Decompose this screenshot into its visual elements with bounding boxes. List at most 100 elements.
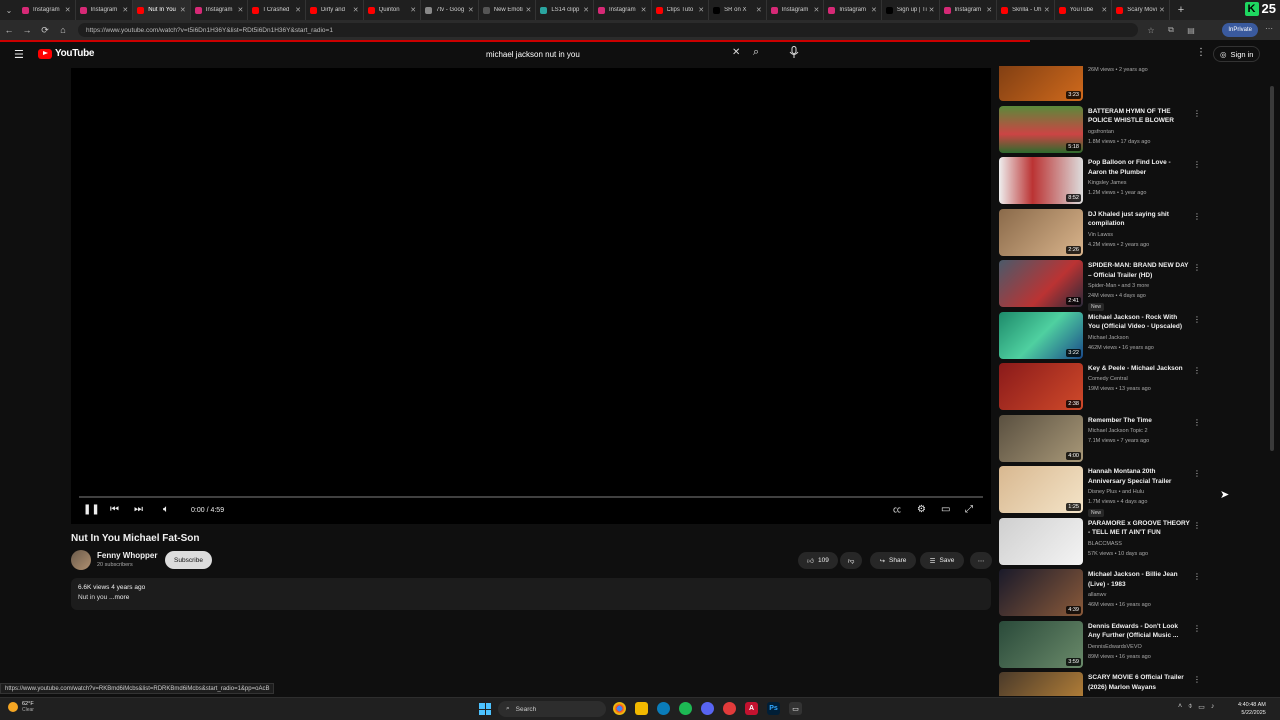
recommendation-thumbnail[interactable]: 8:52 — [999, 157, 1083, 204]
recommendation-channel[interactable]: Kingsley James — [1088, 180, 1127, 186]
close-tab-icon[interactable]: ✕ — [871, 6, 877, 14]
recommendation-item[interactable]: 2:38 Key & Peele - Michael Jackson Comedy … — [999, 363, 1209, 413]
discord-icon[interactable] — [701, 702, 714, 715]
photoshop-icon[interactable]: Ps — [767, 702, 780, 715]
recommendation-channel[interactable]: Vin Lawss — [1088, 232, 1113, 238]
browser-tab[interactable]: Clips Tuto ✕ — [652, 0, 710, 20]
recommendation-menu-icon[interactable]: ⋮ — [1193, 109, 1201, 118]
refresh-icon[interactable]: ⟳ — [36, 25, 54, 36]
volume-icon[interactable]: 🔈︎ — [163, 504, 169, 515]
close-tab-icon[interactable]: ✕ — [1159, 6, 1165, 14]
home-icon[interactable]: ⌂ — [54, 25, 72, 35]
recommendation-title[interactable]: Michael Jackson - Rock With You (Official… — [1088, 313, 1190, 332]
recommendation-thumbnail[interactable]: 1:25 — [999, 466, 1083, 513]
browser-tab[interactable]: Nut In You ✕ — [133, 0, 191, 20]
recommendation-item[interactable]: 3:22 Michael Jackson - Rock With You (Offi… — [999, 311, 1209, 362]
recommendation-item[interactable]: 8:52 Pop Balloon or Find Love - Aaron the … — [999, 157, 1209, 207]
recommendation-item[interactable]: 2:41 SPIDER-MAN: BRAND NEW DAY – Official … — [999, 260, 1209, 311]
recommendation-title[interactable]: PARAMORE x GROOVE THEORY - TELL ME IT AIN… — [1088, 519, 1190, 538]
recommendation-title[interactable]: SPIDER-MAN: BRAND NEW DAY – Official Trai… — [1088, 261, 1190, 280]
clear-search-icon[interactable]: ✕ — [732, 47, 740, 58]
spotify-icon[interactable] — [679, 702, 692, 715]
save-button[interactable]: ☰ Save — [920, 552, 964, 569]
browser-tab[interactable]: Skrilla - Uh ✕ — [997, 0, 1055, 20]
edge-icon[interactable] — [657, 702, 670, 715]
recommendation-menu-icon[interactable]: ⋮ — [1193, 315, 1201, 324]
recommendation-item[interactable]: 4:39 Michael Jackson - Billie Jean (Live) … — [999, 569, 1209, 619]
close-tab-icon[interactable]: ✕ — [1101, 6, 1107, 14]
browser-tab[interactable]: YouTube ✕ — [1055, 0, 1113, 20]
favorites-star-icon[interactable]: ☆ — [1144, 26, 1158, 35]
recommendation-item[interactable]: 5:18 BATTERAM HYMN OF THE POLICE WHISTLE B… — [999, 105, 1209, 156]
sign-in-button[interactable]: ◎ Sign in — [1213, 46, 1261, 62]
collections-icon[interactable]: ▤ — [1184, 26, 1198, 35]
close-tab-icon[interactable]: ✕ — [583, 6, 589, 14]
recommendation-menu-icon[interactable]: ⋮ — [1193, 418, 1201, 427]
search-input[interactable] — [478, 49, 718, 59]
recommendation-item[interactable]: 3:59 Dennis Edwards - Don't Look Any Furth… — [999, 620, 1209, 671]
recommendation-title[interactable]: SCARY MOVIE 6 Official Trailer (2026) Mar… — [1088, 673, 1190, 692]
browser-tab[interactable]: SR on X ✕ — [709, 0, 767, 20]
browser-menu-icon[interactable]: ⋯ — [1262, 24, 1276, 33]
close-tab-icon[interactable]: ✕ — [641, 6, 647, 14]
recommendation-channel[interactable]: Spider-Man • and 3 more — [1088, 283, 1149, 289]
recommendation-thumbnail[interactable]: 4:39 — [999, 569, 1083, 616]
browser-tab[interactable]: Instagram ✕ — [767, 0, 825, 20]
taskbar-search[interactable]: ⌕ Search — [498, 701, 606, 717]
recommendation-channel[interactable]: Disney Plus • and Hulu — [1088, 489, 1144, 495]
browser-tab[interactable]: Dirty and ✕ — [306, 0, 364, 20]
page-scrollbar[interactable] — [1270, 86, 1274, 451]
more-actions-button[interactable]: ⋯ — [970, 552, 992, 569]
recommendation-thumbnail[interactable]: 4:00 — [999, 414, 1083, 462]
subscribe-button[interactable]: Subscribe — [165, 551, 212, 569]
recommendation-thumbnail[interactable]: 2:41 — [999, 260, 1083, 307]
forward-icon[interactable]: → — [18, 25, 36, 35]
search-icon[interactable]: ⌕ — [753, 46, 759, 59]
recommendation-menu-icon[interactable]: ⋮ — [1193, 624, 1201, 633]
close-tab-icon[interactable]: ✕ — [813, 6, 819, 14]
close-tab-icon[interactable]: ✕ — [929, 6, 935, 14]
settings-gear-icon[interactable]: ⚙ — [917, 504, 926, 515]
recommendation-title[interactable]: DJ Khaled just saying shit compilation — [1088, 210, 1190, 229]
browser-tab[interactable]: Instagram ✕ — [18, 0, 76, 20]
close-tab-icon[interactable]: ✕ — [698, 6, 704, 14]
close-tab-icon[interactable]: ✕ — [525, 6, 531, 14]
close-tab-icon[interactable]: ✕ — [238, 6, 244, 14]
close-tab-icon[interactable]: ✕ — [468, 6, 474, 14]
tray-volume-icon[interactable]: ♪ — [1211, 703, 1215, 711]
recommendation-menu-icon[interactable]: ⋮ — [1193, 675, 1201, 684]
adobe-icon[interactable]: A — [745, 702, 758, 715]
recommendation-title[interactable]: Hannah Montana 20th Anniversary Special T… — [1088, 467, 1190, 486]
new-tab-button[interactable]: + — [1170, 4, 1192, 16]
recommendation-title[interactable]: Michael Jackson - Billie Jean (Live) - 19… — [1088, 570, 1190, 589]
recommendation-item[interactable]: SCARY MOVIE 6 Official Trailer (2026) Mar… — [999, 672, 1209, 696]
video-player[interactable]: ❚❚ ⏮ ⏭ 🔈︎ 0:00 / 4:59 ㏄ ⚙ ▭ ⤢ — [71, 68, 991, 524]
recommendation-item[interactable]: 3:23prod. OCEVN26M views • 2 years ago⋮ — [999, 66, 1209, 104]
close-tab-icon[interactable]: ✕ — [410, 6, 416, 14]
recommendation-menu-icon[interactable]: ⋮ — [1193, 469, 1201, 478]
recommendation-menu-icon[interactable]: ⋮ — [1193, 160, 1201, 169]
recommendation-menu-icon[interactable]: ⋮ — [1193, 366, 1201, 375]
terminal-icon[interactable]: ▭ — [789, 702, 802, 715]
browser-tab[interactable]: Instagram ✕ — [940, 0, 998, 20]
close-tab-icon[interactable]: ✕ — [180, 6, 186, 14]
youtube-logo[interactable]: YouTube — [38, 48, 95, 59]
close-tab-icon[interactable]: ✕ — [122, 6, 128, 14]
recommendation-title[interactable]: Pop Balloon or Find Love - Aaron the Plum… — [1088, 158, 1190, 177]
recommendation-title[interactable]: Remember The Time — [1088, 416, 1190, 426]
recommendation-menu-icon[interactable]: ⋮ — [1193, 212, 1201, 221]
close-tab-icon[interactable]: ✕ — [756, 6, 762, 14]
browser-tab[interactable]: Instagram ✕ — [824, 0, 882, 20]
recommendation-thumbnail[interactable]: 2:26 — [999, 208, 1083, 256]
channel-name[interactable]: Fenny Whopper — [97, 551, 157, 560]
recommendation-thumbnail[interactable]: 2:38 — [999, 363, 1083, 410]
recommendation-item[interactable]: 2:26 DJ Khaled just saying shit compilatio… — [999, 208, 1209, 259]
recommendation-thumbnail[interactable] — [999, 672, 1083, 696]
show-more-link[interactable]: ...more — [109, 594, 129, 601]
recommendation-channel[interactable]: ogsfrontan — [1088, 129, 1114, 135]
recommendation-channel[interactable]: Michael Jackson — [1088, 335, 1129, 341]
tray-mic-icon[interactable]: ⌽ — [1188, 703, 1192, 711]
microphone-icon[interactable] — [789, 46, 801, 60]
file-explorer-icon[interactable] — [635, 702, 648, 715]
tray-chevron-icon[interactable]: ˄ — [1178, 703, 1182, 711]
